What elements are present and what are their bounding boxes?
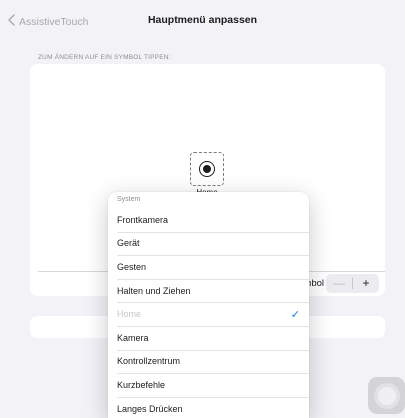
menu-item[interactable]: Gerät xyxy=(108,231,309,256)
menu-item-label: Frontkamera xyxy=(117,214,169,225)
section-caption: ZUM ÄNDERN AUF EIN SYMBOL TIPPEN: xyxy=(38,54,171,61)
menu-item-label: Gesten xyxy=(117,261,147,272)
decrement-button[interactable]: — xyxy=(326,274,352,293)
menu-item-label: Halten und Ziehen xyxy=(117,285,191,296)
home-symbol-slot[interactable] xyxy=(190,152,224,186)
menu-list: Frontkamera Gerät Gesten Halten und Ziehen H… xyxy=(108,208,309,418)
menu-item-label: Langes Drücken xyxy=(117,403,183,414)
menu-item[interactable]: Halten und Ziehen xyxy=(108,278,309,303)
menu-item[interactable]: Kurzbefehle xyxy=(108,373,309,397)
home-button-icon xyxy=(199,161,215,177)
menu-item-label: Home xyxy=(117,309,142,320)
menu-item-label: Gerät xyxy=(117,238,140,249)
menu-item-label: Kurzbefehle xyxy=(117,379,166,390)
assistivetouch-button[interactable] xyxy=(368,377,405,414)
menu-item: Home ✓ xyxy=(108,302,309,326)
page-title: Hauptmenü anpassen xyxy=(147,14,258,26)
menu-item[interactable]: Kontrollzentrum xyxy=(108,349,309,374)
checkmark-icon: ✓ xyxy=(290,308,300,321)
menu-section-header: System xyxy=(117,196,141,203)
action-popup-menu: System Frontkamera Gerät Gesten Halten und … xyxy=(108,192,309,418)
menu-item[interactable]: Frontkamera xyxy=(108,208,309,232)
navigation-bar: AssistiveTouch Hauptmenü anpassen xyxy=(0,0,405,44)
menu-item-label: Kontrollzentrum xyxy=(117,356,181,367)
assistivetouch-icon xyxy=(373,382,400,409)
menu-item[interactable]: Gesten xyxy=(108,255,309,279)
menu-item-label: Kamera xyxy=(117,332,149,343)
menu-item[interactable]: Langes Drücken xyxy=(108,396,309,418)
increment-button[interactable]: + xyxy=(353,274,379,293)
symbol-count-stepper: — + xyxy=(326,274,379,293)
menu-item[interactable]: Kamera xyxy=(108,325,309,350)
